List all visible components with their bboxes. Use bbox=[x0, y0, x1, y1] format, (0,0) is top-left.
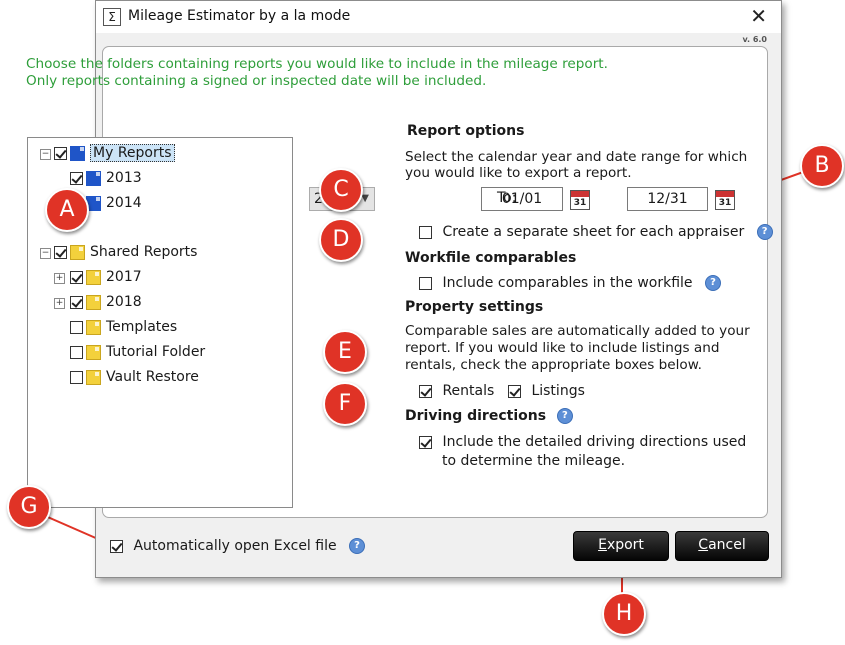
checkbox[interactable] bbox=[54, 245, 67, 259]
callout-marker-e: E bbox=[323, 330, 367, 374]
callout-marker-c: C bbox=[319, 168, 363, 212]
auto-open-option[interactable]: Automatically open Excel file ? bbox=[110, 537, 366, 555]
driving-heading: Driving directions ? bbox=[405, 408, 573, 424]
calendar-icon[interactable]: 31 bbox=[715, 190, 735, 210]
checkbox[interactable] bbox=[70, 320, 83, 334]
tree-item-label: Templates bbox=[106, 319, 178, 335]
collapse-icon[interactable]: − bbox=[40, 149, 51, 160]
to-label: To: bbox=[497, 190, 517, 206]
checkbox[interactable] bbox=[70, 345, 83, 359]
listings-option[interactable]: Listings bbox=[508, 382, 585, 400]
tree-item-2013[interactable]: 2013 bbox=[70, 169, 142, 187]
listings-checkbox[interactable] bbox=[508, 384, 521, 398]
report-options-desc-2: you would like to export a report. bbox=[405, 165, 632, 181]
help-icon[interactable]: ? bbox=[349, 538, 366, 554]
help-icon[interactable]: ? bbox=[556, 408, 573, 424]
tree-item-label: 2018 bbox=[106, 294, 142, 310]
driving-directions-checkbox[interactable] bbox=[419, 435, 432, 449]
tree-item-label: 2013 bbox=[106, 170, 142, 186]
cancel-button[interactable]: Cancel bbox=[675, 531, 769, 561]
workfile-heading: Workfile comparables bbox=[405, 250, 577, 266]
include-comparables-checkbox[interactable] bbox=[419, 276, 432, 290]
calendar-day: 31 bbox=[573, 198, 587, 208]
tree-item-vault-restore[interactable]: Vault Restore bbox=[70, 368, 199, 386]
callout-marker-b: B bbox=[800, 144, 844, 188]
include-comparables-label: Include comparables in the workfile bbox=[442, 275, 693, 291]
intro-text: Choose the folders containing reports yo… bbox=[26, 56, 608, 90]
callout-marker-a: A bbox=[45, 188, 89, 232]
shared-folder-icon bbox=[86, 294, 101, 310]
window-title: Mileage Estimator by a la mode bbox=[128, 8, 351, 24]
checkbox[interactable] bbox=[70, 171, 83, 185]
help-icon[interactable]: ? bbox=[705, 275, 721, 291]
shared-folder-icon bbox=[86, 344, 101, 360]
property-desc-1: Comparable sales are automatically added… bbox=[405, 323, 750, 339]
callout-marker-f: F bbox=[323, 382, 367, 426]
report-options-desc-1: Select the calendar year and date range … bbox=[405, 149, 748, 165]
auto-open-checkbox[interactable] bbox=[110, 539, 123, 553]
calendar-icon[interactable]: 31 bbox=[570, 190, 590, 210]
from-date-field[interactable]: 01/01 bbox=[481, 187, 563, 211]
property-desc-3: rentals, check the appropriate boxes bel… bbox=[405, 357, 702, 373]
close-icon[interactable]: ✕ bbox=[750, 4, 767, 28]
checkbox[interactable] bbox=[70, 295, 83, 309]
tree-item-2018[interactable]: 2018 bbox=[70, 293, 142, 311]
intro-line-2: Only reports containing a signed or insp… bbox=[26, 73, 487, 89]
shared-folder-icon bbox=[70, 244, 85, 260]
calendar-day: 31 bbox=[718, 198, 732, 208]
auto-open-label: Automatically open Excel file bbox=[133, 538, 337, 554]
driving-option[interactable]: Include the detailed driving directions … bbox=[419, 433, 746, 451]
expand-icon[interactable]: + bbox=[54, 273, 65, 284]
tree-item-label: 2014 bbox=[106, 195, 142, 211]
tree-item-label: Vault Restore bbox=[106, 369, 199, 385]
to-date-field[interactable]: 12/31 bbox=[627, 187, 708, 211]
callout-marker-d: D bbox=[319, 218, 363, 262]
tree-item-2017[interactable]: 2017 bbox=[70, 268, 142, 286]
tree-item-label: 2017 bbox=[106, 269, 142, 285]
callout-marker-h: H bbox=[602, 592, 646, 636]
callout-marker-g: G bbox=[7, 485, 51, 529]
tree-item-my-reports[interactable]: My Reports bbox=[54, 144, 175, 162]
tree-item-shared-reports[interactable]: Shared Reports bbox=[54, 243, 197, 261]
separate-sheet-label: Create a separate sheet for each apprais… bbox=[442, 224, 745, 240]
title-bar: Σ Mileage Estimator by a la mode ✕ bbox=[96, 1, 781, 33]
shared-folder-icon bbox=[86, 369, 101, 385]
shared-folder-icon bbox=[86, 319, 101, 335]
personal-folder-icon bbox=[86, 170, 101, 186]
sigma-app-icon: Σ bbox=[103, 8, 121, 26]
expand-icon[interactable]: + bbox=[54, 298, 65, 309]
rentals-option[interactable]: Rentals bbox=[419, 382, 494, 400]
rentals-checkbox[interactable] bbox=[419, 384, 432, 398]
personal-folder-icon bbox=[70, 145, 85, 161]
checkbox[interactable] bbox=[70, 270, 83, 284]
collapse-icon[interactable]: − bbox=[40, 248, 51, 259]
rentals-label: Rentals bbox=[442, 383, 495, 399]
property-desc-2: report. If you would like to include lis… bbox=[405, 340, 720, 356]
tree-item-label: Shared Reports bbox=[90, 244, 198, 260]
driving-directions-label-2: to determine the mileage. bbox=[442, 453, 626, 469]
intro-line-1: Choose the folders containing reports yo… bbox=[26, 56, 608, 72]
help-icon[interactable]: ? bbox=[756, 224, 773, 240]
workfile-option[interactable]: Include comparables in the workfile ? bbox=[419, 274, 721, 292]
driving-heading-text: Driving directions bbox=[405, 408, 547, 424]
listings-label: Listings bbox=[531, 383, 585, 399]
report-options-heading: Report options bbox=[407, 123, 525, 139]
shared-folder-icon bbox=[86, 269, 101, 285]
separate-sheet-option[interactable]: Create a separate sheet for each apprais… bbox=[419, 223, 773, 241]
export-button[interactable]: Export bbox=[573, 531, 669, 561]
tree-item-templates[interactable]: Templates bbox=[70, 318, 177, 336]
driving-directions-label: Include the detailed driving directions … bbox=[442, 434, 747, 450]
checkbox[interactable] bbox=[70, 370, 83, 384]
property-heading: Property settings bbox=[405, 299, 544, 315]
checkbox[interactable] bbox=[54, 146, 67, 160]
tree-item-label: Tutorial Folder bbox=[106, 344, 206, 360]
tree-item-label: My Reports bbox=[90, 144, 175, 162]
tree-item-tutorial-folder[interactable]: Tutorial Folder bbox=[70, 343, 205, 361]
separate-sheet-checkbox[interactable] bbox=[419, 225, 432, 239]
version-label: v. 6.0 bbox=[742, 35, 767, 44]
